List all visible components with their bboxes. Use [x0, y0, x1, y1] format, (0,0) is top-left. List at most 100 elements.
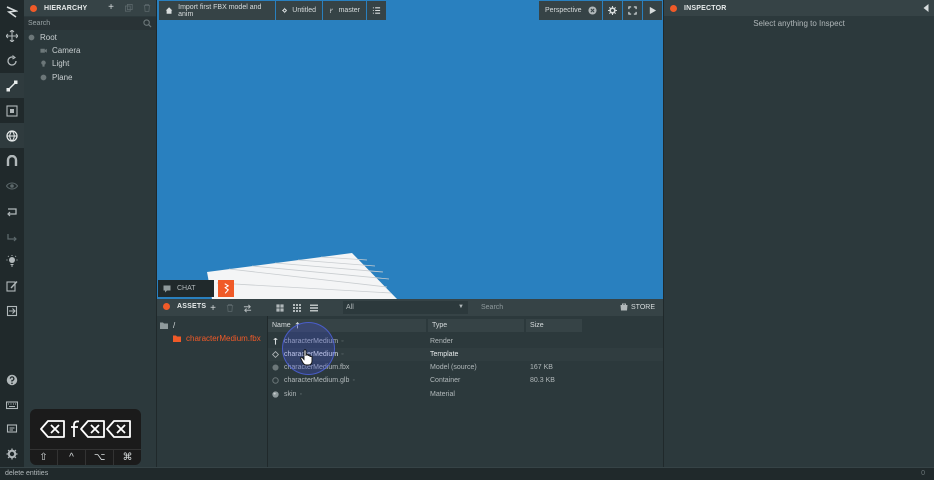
- status-message: delete entities: [5, 470, 49, 477]
- branch-button[interactable]: master: [323, 1, 366, 20]
- rotate-tool-icon[interactable]: [0, 48, 24, 73]
- keystroke-overlay: ⇧ ^ ⌥ ⌘: [30, 409, 141, 465]
- hierarchy-search-input[interactable]: Search: [24, 17, 156, 30]
- fullscreen-icon: [628, 6, 637, 15]
- feedback-icon[interactable]: [0, 416, 24, 441]
- column-type[interactable]: Type: [428, 319, 524, 332]
- inspector-panel: INSPECTOR Select anything to Inspect: [663, 0, 934, 467]
- hierarchy-header: HIERARCHY +: [24, 0, 156, 16]
- inspector-title: INSPECTOR: [684, 4, 727, 12]
- tree-item-root[interactable]: Root: [28, 31, 57, 44]
- asset-name: characterMedium.glb: [284, 377, 350, 384]
- collapse-dot-icon[interactable]: [163, 303, 170, 310]
- collapse-dot-icon[interactable]: [30, 4, 37, 12]
- reference-dot-icon: ◦: [341, 351, 344, 358]
- tree-item-plane[interactable]: Plane: [40, 71, 72, 84]
- chat-button[interactable]: CHAT: [158, 280, 214, 297]
- shift-key: ⇧: [30, 449, 57, 465]
- delete-asset-icon[interactable]: [225, 303, 235, 313]
- plane-mesh: [207, 253, 397, 299]
- code-editor-icon[interactable]: [0, 273, 24, 298]
- undo-redo-icon[interactable]: [0, 198, 24, 223]
- fullscreen-button[interactable]: [623, 1, 642, 20]
- entity-dot-icon: [28, 34, 35, 41]
- add-entity-icon[interactable]: +: [106, 3, 116, 13]
- asset-type: Container: [430, 377, 461, 384]
- column-name-label: Name: [272, 322, 291, 329]
- store-button[interactable]: STORE: [620, 303, 655, 311]
- launch-list-button[interactable]: [367, 1, 386, 20]
- view-grid-icon[interactable]: [292, 303, 302, 313]
- search-icon: [143, 19, 152, 28]
- view-details-icon[interactable]: [275, 303, 285, 313]
- home-icon: [165, 7, 173, 14]
- scale-tool-icon[interactable]: [0, 73, 24, 98]
- table-row[interactable]: characterMedium.glb ◦ Container 80.3 KB: [268, 374, 663, 387]
- hand-cursor-icon: [300, 349, 313, 366]
- table-row[interactable]: skin ◦ Material: [268, 388, 663, 401]
- asset-type: Template: [430, 351, 459, 358]
- hierarchy-title: HIERARCHY: [44, 4, 88, 12]
- chat-notification-button[interactable]: [218, 280, 234, 297]
- refresh-references-icon[interactable]: [242, 303, 252, 313]
- control-key: ^: [57, 449, 85, 465]
- lightning-icon: [223, 283, 229, 294]
- collapse-arrow-icon[interactable]: [922, 3, 930, 13]
- scene-button[interactable]: Untitled: [276, 1, 322, 20]
- lightmapper-icon[interactable]: [0, 248, 24, 273]
- modifier-keys: ⇧ ^ ⌥ ⌘: [30, 449, 141, 465]
- inspector-empty-message: Select anything to Inspect: [753, 19, 845, 28]
- close-circle-icon[interactable]: [588, 6, 597, 15]
- asset-type-filter-select[interactable]: All ▼: [343, 301, 468, 314]
- tree-item-label: Light: [52, 59, 70, 68]
- hierarchy-panel: HIERARCHY + Search Root Camera Light Pla…: [24, 0, 157, 467]
- model-icon: [272, 364, 279, 371]
- resize-tool-icon[interactable]: [0, 98, 24, 123]
- gear-icon: [282, 7, 288, 14]
- world-space-icon[interactable]: [0, 123, 24, 148]
- tools-toolbar: [0, 0, 24, 467]
- list-icon: [372, 7, 381, 14]
- camera-name: Perspective: [545, 7, 582, 14]
- redo-icon[interactable]: [0, 223, 24, 248]
- container-icon: [272, 377, 279, 384]
- column-type-label: Type: [432, 322, 448, 329]
- keystroke-display: [30, 409, 141, 449]
- reference-dot-icon: ◦: [341, 338, 344, 345]
- focus-eye-icon[interactable]: [0, 173, 24, 198]
- add-asset-icon[interactable]: +: [208, 303, 218, 314]
- publish-icon[interactable]: [0, 298, 24, 323]
- chevron-down-icon: ▼: [458, 304, 464, 310]
- material-icon: [272, 391, 279, 398]
- scene-viewport[interactable]: [157, 0, 663, 299]
- project-button[interactable]: Import first FBX model and anim: [159, 1, 275, 20]
- project-name: Import first FBX model and anim: [178, 3, 262, 18]
- store-label: STORE: [631, 303, 655, 311]
- view-list-icon[interactable]: [309, 303, 319, 313]
- assets-panel: ASSETS + All ▼ Search STORE / characterM…: [157, 299, 663, 467]
- asset-search-input[interactable]: Search: [473, 301, 614, 314]
- collapse-dot-icon[interactable]: [670, 4, 677, 12]
- folder-charactermedium[interactable]: characterMedium.fbx: [173, 332, 261, 345]
- asset-folder-tree: / characterMedium.fbx: [157, 316, 268, 467]
- viewport-settings-button[interactable]: [603, 1, 622, 20]
- tree-item-label: Root: [40, 33, 57, 42]
- command-key: ⌘: [113, 449, 141, 465]
- keyboard-shortcuts-icon[interactable]: [0, 392, 24, 417]
- snap-magnet-icon[interactable]: [0, 148, 24, 173]
- help-icon[interactable]: [0, 367, 24, 392]
- column-size[interactable]: Size: [526, 319, 582, 332]
- tree-item-label: Camera: [52, 46, 81, 55]
- duplicate-icon[interactable]: [124, 3, 134, 13]
- folder-root[interactable]: /: [160, 319, 175, 332]
- launch-button[interactable]: [643, 1, 662, 20]
- tree-item-light[interactable]: Light: [40, 57, 69, 70]
- move-tool-icon[interactable]: [0, 23, 24, 48]
- delete-icon[interactable]: [142, 3, 152, 13]
- logo-icon[interactable]: [0, 0, 24, 24]
- folder-path: /: [173, 321, 176, 330]
- settings-gear-icon[interactable]: [0, 441, 24, 466]
- reference-dot-icon: ◦: [299, 391, 302, 398]
- tree-item-camera[interactable]: Camera: [40, 44, 80, 57]
- camera-select[interactable]: Perspective: [539, 1, 602, 20]
